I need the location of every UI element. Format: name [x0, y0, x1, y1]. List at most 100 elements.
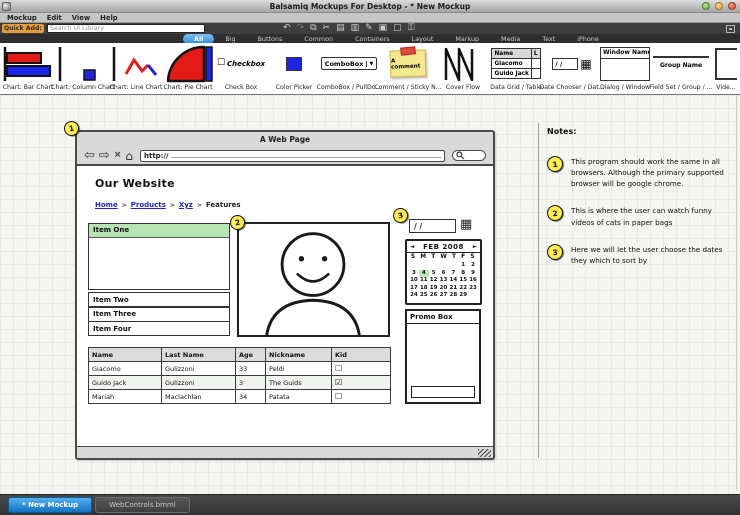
library-item-color-picker[interactable]: Color Picker	[268, 43, 320, 94]
back-arrow-icon[interactable]: ⇦	[84, 149, 95, 162]
list-item-selected[interactable]: Item One	[89, 224, 229, 238]
list-item[interactable]: Item Three	[88, 307, 230, 322]
paste-icon[interactable]: ▥	[351, 24, 360, 33]
breadcrumb-products-link[interactable]: Products	[131, 201, 166, 209]
minimize-button[interactable]	[702, 2, 710, 10]
calendar-day[interactable]: 28	[448, 292, 458, 300]
duplicate-icon[interactable]: ⧉	[310, 24, 316, 33]
image-placeholder[interactable]	[237, 222, 390, 337]
library-item-data-grid[interactable]: Name L Giacomo Guido Jack Data Grid / Ta…	[488, 43, 544, 94]
calendar-day[interactable]: 9	[468, 270, 478, 278]
breadcrumb-xyz-link[interactable]: Xyz	[179, 201, 193, 209]
browser-search-box[interactable]	[452, 150, 486, 161]
calendar-day[interactable]: 10	[409, 277, 419, 285]
url-field[interactable]: http://	[140, 150, 445, 162]
search-ui-library-input[interactable]	[47, 24, 205, 33]
library-item-pie-chart[interactable]: Chart: Pie Chart	[162, 43, 214, 94]
calendar-day[interactable]: 7	[448, 270, 458, 278]
calendar-day[interactable]	[419, 262, 429, 270]
calendar-button-icon[interactable]: ▦	[460, 218, 472, 232]
calendar-day[interactable]: 8	[458, 270, 468, 278]
calendar-day[interactable]: 27	[439, 292, 449, 300]
calendar-day[interactable]: 25	[419, 292, 429, 300]
kid-checkbox-checked[interactable]: ☑	[335, 378, 342, 387]
promo-box[interactable]: Promo Box	[405, 309, 481, 404]
undo-icon[interactable]: ↶	[283, 24, 291, 33]
lock-icon[interactable]: ⚿	[408, 24, 415, 33]
library-item-video[interactable]: Vide...	[712, 43, 740, 94]
library-item-line-chart[interactable]: Chart: Line Chart	[110, 43, 162, 94]
calendar-day[interactable]: 26	[429, 292, 439, 300]
calendar-day[interactable]: 6	[439, 270, 449, 278]
library-item-check-box[interactable]: ☐ Checkbox Check Box	[214, 43, 268, 94]
close-button[interactable]	[728, 2, 736, 10]
category-layout[interactable]: Layout	[401, 34, 445, 44]
copy-icon[interactable]: ▤	[336, 24, 345, 33]
calendar-day[interactable]: 5	[429, 270, 439, 278]
calendar-day[interactable]: 2	[468, 262, 478, 270]
table-row[interactable]: Giacomo Gulizzoni 33 Peldi ☐	[89, 362, 391, 376]
calendar-day[interactable]: 13	[439, 277, 449, 285]
kid-checkbox[interactable]: ☐	[335, 392, 342, 401]
list-item[interactable]: Item Four	[88, 321, 230, 336]
maximize-button[interactable]	[715, 2, 723, 10]
table-row[interactable]: Guido Jack Gulizzoni 3 The Guids ☑	[89, 376, 391, 390]
calendar-day[interactable]: 29	[458, 292, 468, 300]
category-all[interactable]: All	[183, 34, 214, 44]
category-containers[interactable]: Containers	[344, 34, 401, 44]
calendar-day[interactable]: 14	[448, 277, 458, 285]
calendar-day[interactable]: 23	[468, 285, 478, 293]
calendar-day[interactable]: 3	[409, 270, 419, 278]
library-item-bar-chart[interactable]: Chart: Bar Chart	[0, 43, 56, 94]
calendar-next-icon[interactable]: ►	[473, 244, 477, 250]
category-big[interactable]: Big	[214, 34, 246, 44]
item-list[interactable]: Item One	[88, 223, 230, 290]
fullscreen-icon[interactable]	[726, 25, 735, 33]
calendar-day[interactable]: 22	[458, 285, 468, 293]
mockup-canvas[interactable]: 1 A Web Page ⇦ ⇨ × ⌂ http://	[0, 95, 740, 494]
library-item-column-chart[interactable]: Chart: Column Chart	[56, 43, 110, 94]
menu-edit[interactable]: Edit	[47, 14, 62, 22]
tab-webcontrols[interactable]: WebControls.bmml	[95, 497, 189, 513]
menu-mockup[interactable]: Mockup	[7, 14, 37, 22]
calendar-day[interactable]: 11	[419, 277, 429, 285]
stop-icon[interactable]: ×	[114, 151, 122, 160]
category-buttons[interactable]: Buttons	[247, 34, 294, 44]
calendar-day[interactable]	[409, 262, 419, 270]
calendar-day-selected[interactable]: 4	[419, 270, 429, 278]
resize-grip-icon[interactable]	[478, 449, 491, 457]
breadcrumb-home-link[interactable]: Home	[95, 201, 118, 209]
calendar-day[interactable]: 16	[468, 277, 478, 285]
edit-icon[interactable]: ✎	[365, 24, 373, 33]
home-icon[interactable]: ⌂	[125, 150, 133, 162]
calendar-prev-icon[interactable]: ◄	[410, 244, 414, 250]
table-row[interactable]: Mariah Maclachlan 34 Patata ☐	[89, 390, 391, 404]
category-text[interactable]: Text	[531, 34, 566, 44]
category-common[interactable]: Common	[293, 34, 344, 44]
forward-arrow-icon[interactable]: ⇨	[99, 149, 110, 162]
kid-checkbox[interactable]: ☐	[335, 364, 342, 373]
redo-icon[interactable]: ↷	[297, 24, 305, 33]
calendar-day[interactable]	[468, 292, 478, 300]
cut-icon[interactable]: ✂	[323, 24, 331, 33]
calendar-day[interactable]: 17	[409, 285, 419, 293]
library-item-cover-flow[interactable]: Cover Flow	[438, 43, 488, 94]
calendar-day[interactable]: 24	[409, 292, 419, 300]
library-item-comment[interactable]: A comment Comment / Sticky N...	[378, 43, 438, 94]
library-item-field-set[interactable]: Group Name Field Set / Group / ...	[650, 43, 712, 94]
calendar-day[interactable]: 18	[419, 285, 429, 293]
group-icon[interactable]: ▣	[379, 24, 388, 33]
library-item-dialog[interactable]: Window Name Dialog / Window	[600, 43, 650, 94]
calendar-day[interactable]: 20	[439, 285, 449, 293]
category-markup[interactable]: Markup	[444, 34, 490, 44]
calendar-day[interactable]: 1	[458, 262, 468, 270]
tab-new-mockup[interactable]: * New Mockup	[8, 497, 92, 513]
library-item-date-chooser[interactable]: / / ▦ Date Chooser / Dat...	[544, 43, 600, 94]
browser-window-control[interactable]: A Web Page ⇦ ⇨ × ⌂ http:// Our We	[75, 130, 495, 460]
calendar-day[interactable]: 19	[429, 285, 439, 293]
category-media[interactable]: Media	[490, 34, 531, 44]
category-iphone[interactable]: iPhone	[566, 34, 610, 44]
menu-view[interactable]: View	[72, 14, 90, 22]
calendar-day[interactable]: 12	[429, 277, 439, 285]
calendar-day[interactable]	[429, 262, 439, 270]
